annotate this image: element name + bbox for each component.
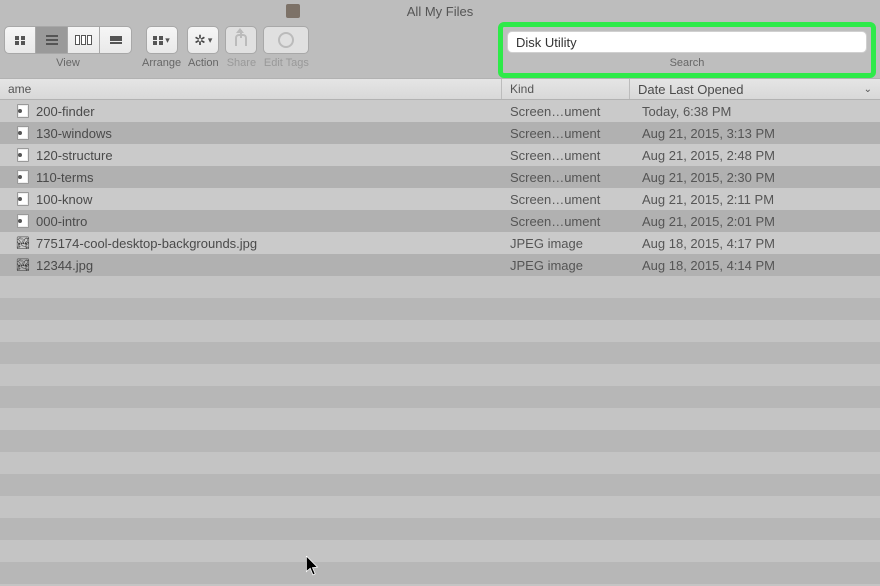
grid-icon [15, 36, 25, 45]
action-label: Action [188, 57, 219, 69]
file-name: 130-windows [36, 126, 112, 141]
search-input[interactable] [516, 35, 858, 50]
file-name: 120-structure [36, 148, 113, 163]
file-date: Aug 21, 2015, 2:11 PM [630, 192, 880, 207]
action-button[interactable]: ✲ [187, 26, 219, 54]
file-list: 200-finderScreen…umentToday, 6:38 PM130-… [0, 100, 880, 276]
tag-icon [278, 32, 294, 48]
header-date[interactable]: Date Last Opened [630, 79, 880, 99]
view-icons-button[interactable] [4, 26, 36, 54]
image-file-icon [16, 258, 30, 272]
view-group: View [4, 26, 132, 69]
file-date: Aug 18, 2015, 4:14 PM [630, 258, 880, 273]
view-label: View [56, 57, 80, 69]
arrange-button[interactable] [146, 26, 178, 54]
share-button[interactable] [225, 26, 257, 54]
file-name: 200-finder [36, 104, 95, 119]
search-box[interactable] [507, 31, 867, 53]
document-file-icon [16, 192, 30, 206]
column-headers: ame Kind Date Last Opened [0, 78, 880, 100]
file-name: 110-terms [36, 170, 94, 185]
gear-icon: ✲ [194, 32, 206, 49]
file-kind: Screen…ument [502, 126, 630, 141]
file-date: Aug 21, 2015, 2:01 PM [630, 214, 880, 229]
table-row[interactable]: 130-windows Screen…umentAug 21, 2015, 3:1… [0, 122, 880, 144]
coverflow-icon [110, 36, 122, 44]
header-kind[interactable]: Kind [502, 79, 630, 99]
file-name: 12344.jpg [36, 258, 93, 273]
file-kind: Screen…ument [502, 170, 630, 185]
arrange-label: Arrange [142, 57, 181, 69]
window-titlebar: All My Files [0, 0, 880, 22]
file-date: Aug 21, 2015, 2:48 PM [630, 148, 880, 163]
search-highlight: Search [498, 22, 876, 78]
file-list-area: 200-finderScreen…umentToday, 6:38 PM130-… [0, 100, 880, 586]
action-group: ✲ Action [187, 26, 219, 69]
arrange-icon [153, 36, 163, 45]
file-name: 775174-cool-desktop-backgrounds.jpg [36, 236, 257, 251]
file-date: Today, 6:38 PM [630, 104, 880, 119]
edit-tags-button[interactable] [263, 26, 309, 54]
file-kind: Screen…ument [502, 214, 630, 229]
document-file-icon [16, 126, 30, 140]
share-label: Share [227, 57, 256, 69]
edit-tags-label: Edit Tags [264, 57, 309, 69]
file-name: 100-know [36, 192, 92, 207]
file-date: Aug 18, 2015, 4:17 PM [630, 236, 880, 251]
document-file-icon [16, 214, 30, 228]
file-kind: Screen…ument [502, 148, 630, 163]
file-kind: JPEG image [502, 258, 630, 273]
file-kind: JPEG image [502, 236, 630, 251]
view-columns-button[interactable] [68, 26, 100, 54]
columns-icon [75, 35, 92, 45]
file-kind: Screen…ument [502, 192, 630, 207]
view-list-button[interactable] [36, 26, 68, 54]
file-kind: Screen…ument [502, 104, 630, 119]
table-row[interactable]: 100-know Screen…umentAug 21, 2015, 2:11 P… [0, 188, 880, 210]
toolbar: View Arrange ✲ Action Share Edit Tags Se… [0, 22, 880, 78]
table-row[interactable]: 12344.jpg JPEG imageAug 18, 2015, 4:14 PM [0, 254, 880, 276]
table-row[interactable]: 775174-cool-desktop-backgrounds.jpg JPEG … [0, 232, 880, 254]
document-file-icon [16, 104, 30, 118]
table-row[interactable]: 120-structure Screen…umentAug 21, 2015, 2… [0, 144, 880, 166]
table-row[interactable]: 000-intro Screen…umentAug 21, 2015, 2:01 … [0, 210, 880, 232]
list-icon [46, 35, 58, 45]
document-file-icon [16, 148, 30, 162]
table-row[interactable]: 200-finder Screen…umentToday, 6:38 PM [0, 100, 880, 122]
file-name: 000-intro [36, 214, 87, 229]
share-group: Share [225, 26, 257, 69]
search-label: Search [670, 57, 705, 69]
file-date: Aug 21, 2015, 3:13 PM [630, 126, 880, 141]
table-row[interactable]: 110-terms Screen…umentAug 21, 2015, 2:30 … [0, 166, 880, 188]
arrange-group: Arrange [142, 26, 181, 69]
tags-group: Edit Tags [263, 26, 309, 69]
share-icon [235, 34, 247, 46]
app-icon [286, 4, 300, 18]
document-file-icon [16, 170, 30, 184]
header-name[interactable]: ame [0, 79, 502, 99]
view-coverflow-button[interactable] [100, 26, 132, 54]
image-file-icon [16, 236, 30, 250]
window-title: All My Files [407, 4, 473, 19]
file-date: Aug 21, 2015, 2:30 PM [630, 170, 880, 185]
